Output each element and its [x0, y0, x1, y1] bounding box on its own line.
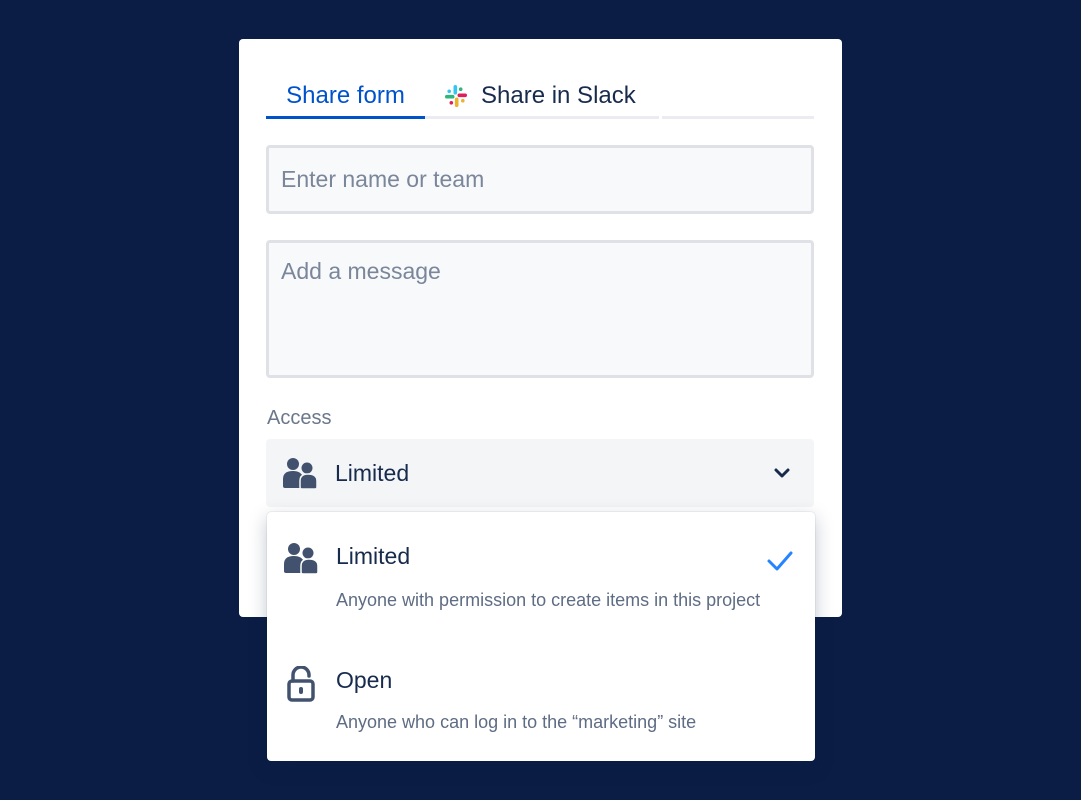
- check-icon: [767, 551, 793, 571]
- name-or-team-placeholder: Enter name or team: [281, 166, 485, 192]
- slack-icon: [445, 85, 467, 107]
- access-dropdown-menu: Limited Anyone with permission to create…: [267, 512, 815, 761]
- access-option-open[interactable]: Open Anyone who can log in to the “marke…: [267, 650, 815, 761]
- access-select[interactable]: Limited: [266, 439, 814, 507]
- tab-share-in-slack-label: Share in Slack: [481, 82, 636, 109]
- page-background: Share form Share in Slack Enter name or …: [0, 0, 1081, 800]
- access-option-description: Anyone with permission to create items i…: [336, 590, 761, 610]
- access-select-value: Limited: [335, 460, 410, 486]
- people-icon: [283, 458, 317, 489]
- message-textarea[interactable]: Add a message: [266, 240, 814, 378]
- tab-share-form[interactable]: Share form: [266, 73, 425, 119]
- access-option-description: Anyone who can log in to the “marketing”…: [336, 712, 697, 732]
- message-placeholder: Add a message: [281, 258, 441, 284]
- unlock-icon: [287, 666, 315, 702]
- access-option-limited[interactable]: Limited Anyone with permission to create…: [267, 512, 815, 642]
- share-tabs: Share form Share in Slack: [266, 73, 814, 119]
- tab-share-in-slack[interactable]: Share in Slack: [444, 73, 636, 119]
- tab-share-form-label: Share form: [286, 82, 405, 109]
- people-icon: [284, 543, 318, 574]
- access-option-title: Limited: [336, 543, 411, 569]
- name-or-team-input[interactable]: Enter name or team: [266, 145, 814, 214]
- access-label: Access: [267, 407, 332, 429]
- chevron-down-icon: [774, 468, 790, 478]
- access-option-title: Open: [336, 667, 393, 693]
- active-tab-indicator: [266, 116, 425, 119]
